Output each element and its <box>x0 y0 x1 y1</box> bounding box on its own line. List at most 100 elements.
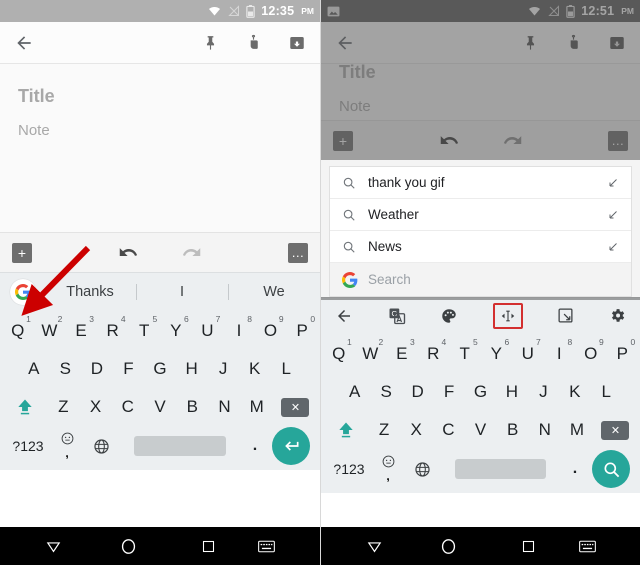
reminder-icon[interactable] <box>565 34 582 51</box>
key-t[interactable]: 5T <box>128 312 160 350</box>
back-triangle-icon[interactable] <box>0 538 88 555</box>
emoji-comma-key[interactable]: , <box>371 455 405 483</box>
search-suggestion-row[interactable]: thank you gif <box>330 167 631 199</box>
note-body-placeholder[interactable]: Note <box>18 121 302 141</box>
insert-arrow-icon[interactable] <box>601 209 619 221</box>
shift-key-icon[interactable] <box>323 411 368 449</box>
key-i[interactable]: 8I <box>544 335 576 373</box>
key-a[interactable]: A <box>339 373 370 411</box>
key-l[interactable]: L <box>271 350 303 388</box>
key-f[interactable]: F <box>113 350 145 388</box>
back-triangle-icon[interactable] <box>321 538 409 555</box>
add-attachment-button[interactable]: + <box>333 130 353 151</box>
backspace-key-icon[interactable]: ✕ <box>593 411 638 449</box>
suggestion-item[interactable]: Thanks <box>44 284 136 300</box>
key-b[interactable]: B <box>497 411 529 449</box>
key-p[interactable]: 0P <box>607 335 639 373</box>
archive-icon[interactable] <box>608 34 626 52</box>
search-input[interactable]: Search <box>368 272 619 287</box>
back-arrow-icon[interactable] <box>335 307 353 325</box>
space-key[interactable] <box>134 436 226 456</box>
key-r[interactable]: 4R <box>97 312 129 350</box>
key-c[interactable]: C <box>432 411 464 449</box>
key-d[interactable]: D <box>81 350 113 388</box>
back-arrow-icon[interactable] <box>335 33 355 53</box>
key-g[interactable]: G <box>144 350 176 388</box>
back-arrow-icon[interactable] <box>14 33 34 53</box>
note-more-options-button[interactable]: … <box>288 242 308 263</box>
key-q[interactable]: 1Q <box>2 312 34 350</box>
key-p[interactable]: 0P <box>286 312 318 350</box>
language-globe-icon[interactable] <box>405 461 439 478</box>
insert-arrow-icon[interactable] <box>601 241 619 253</box>
symbols-key[interactable]: ?123 <box>6 438 50 454</box>
pin-icon[interactable] <box>522 34 539 51</box>
add-attachment-button[interactable]: + <box>12 242 32 263</box>
recents-square-icon[interactable] <box>168 539 248 554</box>
shift-key-icon[interactable] <box>2 388 47 426</box>
key-j[interactable]: J <box>528 373 559 411</box>
insert-arrow-icon[interactable] <box>601 177 619 189</box>
undo-icon[interactable] <box>439 130 460 151</box>
home-circle-icon[interactable] <box>409 537 489 556</box>
key-z[interactable]: Z <box>47 388 79 426</box>
key-u[interactable]: 7U <box>192 312 224 350</box>
key-y[interactable]: 6Y <box>160 312 192 350</box>
theme-palette-icon[interactable] <box>440 307 458 325</box>
key-y[interactable]: 6Y <box>481 335 513 373</box>
key-s[interactable]: S <box>370 373 401 411</box>
key-r[interactable]: 4R <box>418 335 450 373</box>
key-o[interactable]: 9O <box>575 335 607 373</box>
key-n[interactable]: N <box>529 411 561 449</box>
key-v[interactable]: V <box>144 388 176 426</box>
period-key[interactable]: . <box>562 460 588 478</box>
key-k[interactable]: K <box>559 373 590 411</box>
search-input-row[interactable]: Search <box>330 263 631 296</box>
text-cursor-move-icon[interactable] <box>492 302 523 329</box>
note-more-options-button[interactable]: … <box>608 130 628 151</box>
key-s[interactable]: S <box>50 350 82 388</box>
search-suggestion-row[interactable]: News <box>330 231 631 263</box>
one-handed-mode-icon[interactable] <box>557 307 574 324</box>
recents-square-icon[interactable] <box>489 539 569 554</box>
note-title-placeholder[interactable]: Title <box>339 60 622 84</box>
emoji-comma-key[interactable]: , <box>50 432 84 460</box>
search-action-key[interactable] <box>588 450 634 488</box>
google-g-icon[interactable] <box>10 278 36 305</box>
key-o[interactable]: 9O <box>255 312 287 350</box>
language-globe-icon[interactable] <box>84 438 118 455</box>
key-w[interactable]: 2W <box>34 312 66 350</box>
key-h[interactable]: H <box>496 373 527 411</box>
period-key[interactable]: . <box>242 437 268 455</box>
archive-icon[interactable] <box>288 34 306 52</box>
search-suggestion-row[interactable]: Weather <box>330 199 631 231</box>
note-editor[interactable]: Title Note <box>0 64 320 232</box>
note-editor[interactable]: Title Note <box>321 62 640 120</box>
key-v[interactable]: V <box>464 411 496 449</box>
key-b[interactable]: B <box>176 388 208 426</box>
key-i[interactable]: 8I <box>223 312 255 350</box>
suggestion-item[interactable]: I <box>136 284 228 300</box>
key-z[interactable]: Z <box>368 411 400 449</box>
key-x[interactable]: X <box>79 388 111 426</box>
key-q[interactable]: 1Q <box>323 335 355 373</box>
key-x[interactable]: X <box>400 411 432 449</box>
key-k[interactable]: K <box>239 350 271 388</box>
key-t[interactable]: 5T <box>449 335 481 373</box>
key-e[interactable]: 3E <box>65 312 97 350</box>
note-body-placeholder[interactable]: Note <box>339 97 622 117</box>
key-m[interactable]: M <box>241 388 273 426</box>
key-a[interactable]: A <box>18 350 50 388</box>
key-g[interactable]: G <box>465 373 496 411</box>
key-u[interactable]: 7U <box>512 335 544 373</box>
settings-gear-icon[interactable] <box>609 307 626 324</box>
translate-icon[interactable]: G <box>388 307 406 325</box>
backspace-key-icon[interactable]: ✕ <box>273 388 318 426</box>
key-w[interactable]: 2W <box>355 335 387 373</box>
home-circle-icon[interactable] <box>88 537 168 556</box>
key-f[interactable]: F <box>433 373 464 411</box>
symbols-key[interactable]: ?123 <box>327 461 371 477</box>
key-l[interactable]: L <box>591 373 622 411</box>
enter-key[interactable] <box>268 427 314 465</box>
key-m[interactable]: M <box>561 411 593 449</box>
